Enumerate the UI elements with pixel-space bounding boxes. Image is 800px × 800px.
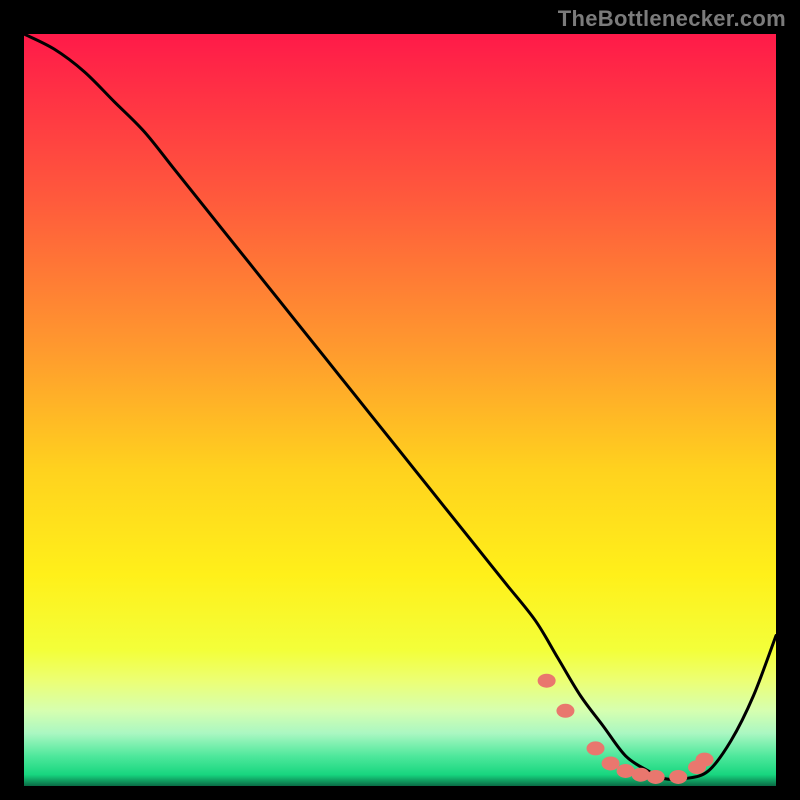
- marker-dot: [602, 756, 620, 770]
- chart-markers: [24, 34, 776, 786]
- chart-container: [24, 34, 776, 786]
- marker-dot: [556, 704, 574, 718]
- marker-dot: [669, 770, 687, 784]
- marker-dot: [587, 741, 605, 755]
- marker-dot: [647, 770, 665, 784]
- marker-dot: [632, 768, 650, 782]
- attribution-text: TheBottlenecker.com: [558, 6, 786, 32]
- plot-area: [24, 34, 776, 786]
- marker-dot: [538, 674, 556, 688]
- marker-dot: [696, 753, 714, 767]
